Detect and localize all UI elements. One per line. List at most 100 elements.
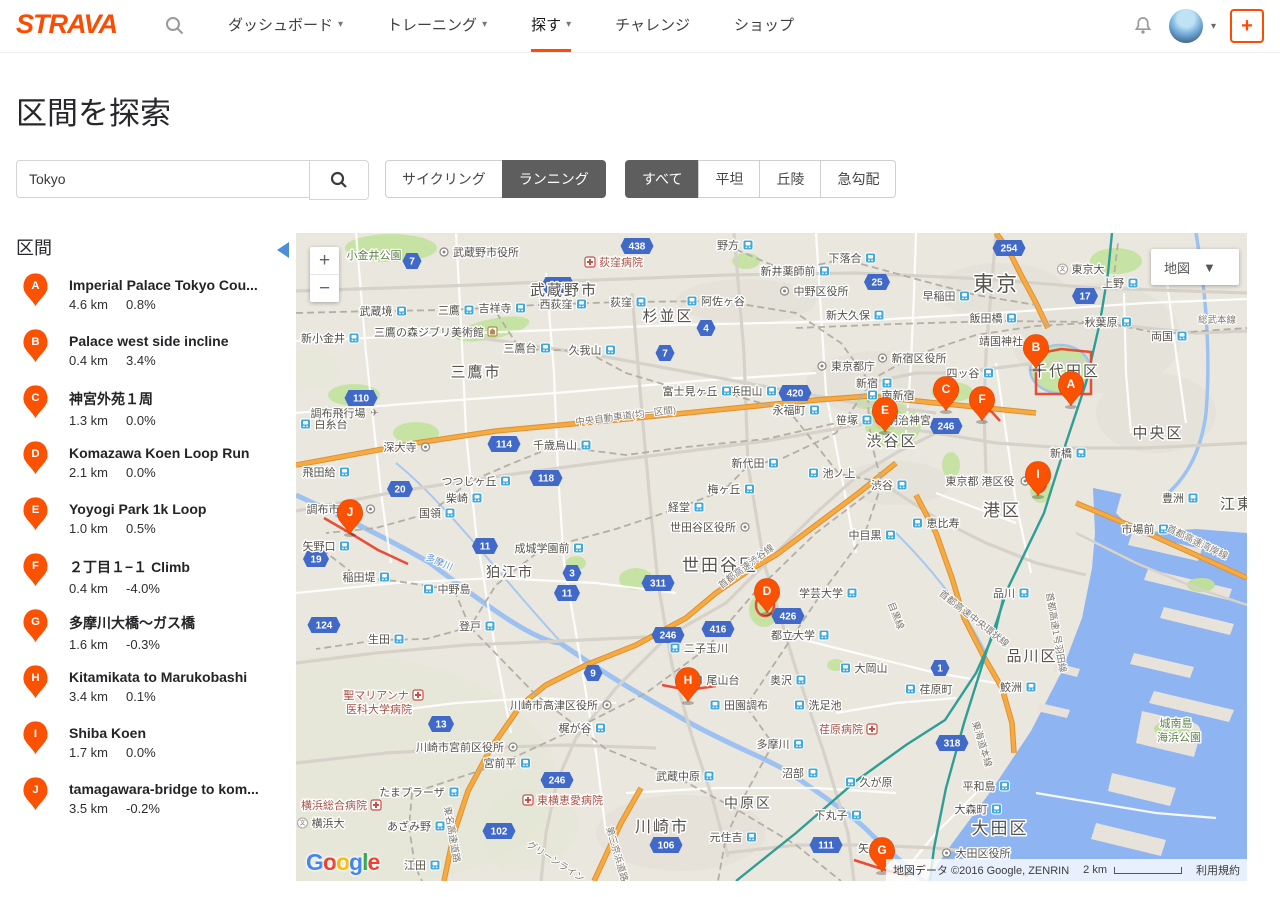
st-icon: [449, 787, 459, 797]
segment-list-item[interactable]: A Imperial Palace Tokyo Cou... 4.6 km0.8…: [16, 268, 288, 324]
strava-logo[interactable]: STRAVA: [16, 9, 117, 40]
segment-list-item[interactable]: B Palace west side incline 0.4 km3.4%: [16, 324, 288, 380]
segment-list-item[interactable]: F ２丁目１−１ Climb 0.4 km-4.0%: [16, 548, 288, 604]
segment-name: tamagawara-bridge to kom...: [69, 772, 259, 797]
district-label: 港区: [983, 501, 1021, 520]
district-label: 渋谷区: [866, 433, 917, 450]
st-icon: [1019, 588, 1029, 598]
segment-list-item[interactable]: D Komazawa Koen Loop Run 2.1 km0.0%: [16, 436, 288, 492]
nav-item[interactable]: チャレンジ: [615, 0, 690, 52]
segment-info: 多摩川大橋〜ガス橋 1.6 km-0.3%: [69, 604, 195, 652]
segment-list-item[interactable]: I Shiba Koen 1.7 km0.0%: [16, 716, 288, 772]
place-label: 横浜総合病院: [301, 798, 367, 812]
gradient-filter-button[interactable]: 平坦: [698, 160, 760, 198]
svg-text:426: 426: [780, 612, 797, 623]
gradient-filter-button[interactable]: 丘陵: [759, 160, 821, 198]
segment-list-item[interactable]: H Kitamikata to Marukobashi 3.4 km0.1%: [16, 660, 288, 716]
header-right: ▾ +: [1131, 0, 1264, 52]
notifications-bell-icon[interactable]: [1131, 14, 1155, 38]
gradient-filter-button[interactable]: 急勾配: [820, 160, 896, 198]
place-label: 中野島: [438, 582, 471, 596]
terms-link[interactable]: 利用規約: [1189, 859, 1247, 881]
district-label: 中原区: [724, 795, 772, 811]
add-button[interactable]: +: [1230, 9, 1264, 43]
st-icon: [769, 458, 779, 468]
nav-item[interactable]: 探す▾: [531, 0, 571, 52]
of-icon: [603, 701, 611, 709]
st-icon: [743, 240, 753, 250]
nav-item[interactable]: ショップ: [734, 0, 794, 52]
map-type-dropdown[interactable]: 地図 ▼: [1151, 249, 1239, 285]
place-label: 柴崎: [446, 491, 468, 505]
svg-text:G: G: [877, 843, 886, 857]
nav-item[interactable]: ダッシュボード▾: [228, 0, 343, 52]
place-label: 飯田橋: [970, 311, 1003, 325]
segment-list-item[interactable]: J tamagawara-bridge to kom... 3.5 km-0.2…: [16, 772, 288, 828]
avatar[interactable]: [1169, 9, 1203, 43]
route-shield: 246: [652, 627, 685, 643]
st-icon: [747, 832, 757, 842]
svg-text:文: 文: [299, 819, 305, 827]
gradient-filter-button[interactable]: すべて: [625, 160, 699, 198]
map-canvas[interactable]: 4381137742525417420110246114118201119311…: [296, 233, 1247, 881]
place-label: 矢野口: [303, 539, 336, 553]
place-label: 野方: [717, 238, 739, 252]
st-icon: [710, 700, 720, 710]
sport-toggle-group: サイクリングランニング: [385, 160, 606, 198]
google-logo[interactable]: Google: [306, 849, 379, 876]
place-label: 下丸子: [815, 809, 848, 822]
st-icon: [913, 518, 923, 528]
zoom-out-button[interactable]: −: [310, 275, 339, 302]
route-shield: 17: [1072, 288, 1098, 304]
of-icon: [422, 443, 430, 451]
sport-toggle-button[interactable]: サイクリング: [385, 160, 503, 198]
svg-text:110: 110: [353, 394, 370, 405]
place-label: 市場前: [1122, 522, 1155, 536]
route-shield: 1: [931, 660, 950, 676]
road-name-label: 総武本線: [1198, 314, 1237, 326]
st-icon: [435, 821, 445, 831]
segment-stats: 0.4 km-4.0%: [69, 577, 190, 596]
sport-toggle-button[interactable]: ランニング: [502, 160, 606, 198]
segment-list-item[interactable]: C 神宮外苑１周 1.3 km0.0%: [16, 380, 288, 436]
segment-list-item[interactable]: E Yoyogi Park 1k Loop 1.0 km0.5%: [16, 492, 288, 548]
search-icon[interactable]: [163, 14, 187, 38]
ho-icon: [371, 800, 381, 810]
segment-distance: 2.1 km: [69, 465, 108, 480]
nav-item[interactable]: トレーニング▾: [387, 0, 487, 52]
place-label: 東京大: [1072, 262, 1105, 276]
svg-text:17: 17: [1079, 292, 1091, 303]
svg-text:C: C: [942, 382, 951, 396]
svg-text:11: 11: [562, 589, 573, 600]
segment-distance: 0.4 km: [69, 353, 108, 368]
place-label: 久我山: [569, 344, 602, 357]
district-label: 大田区: [972, 819, 1029, 838]
svg-text:C: C: [31, 392, 39, 404]
svg-text:H: H: [684, 673, 693, 687]
location-search-button[interactable]: [309, 160, 369, 200]
segment-list-item[interactable]: G 多摩川大橋〜ガス橋 1.6 km-0.3%: [16, 604, 288, 660]
of-icon: [879, 354, 887, 362]
svg-text:111: 111: [818, 841, 834, 852]
route-shield: 19: [303, 551, 329, 567]
st-icon: [464, 305, 474, 315]
place-label: 武蔵中原: [656, 770, 700, 783]
segment-pin-icon: B: [22, 328, 49, 364]
place-label: 品川: [993, 587, 1015, 600]
svg-text:F: F: [32, 560, 39, 572]
st-icon: [472, 493, 482, 503]
st-icon: [577, 299, 587, 309]
zoom-in-button[interactable]: +: [310, 247, 339, 274]
place-label: 学芸大学: [799, 586, 843, 600]
sidebar-collapse-arrow-icon[interactable]: [277, 242, 289, 258]
location-search-input[interactable]: [16, 160, 309, 198]
district-label: 中央区: [1132, 425, 1183, 442]
st-icon: [808, 768, 818, 778]
avatar-chevron-down-icon[interactable]: ▾: [1211, 21, 1216, 32]
st-icon: [424, 584, 434, 594]
location-search: [16, 160, 369, 200]
segment-stats: 1.0 km0.5%: [69, 517, 206, 536]
segment-grade: 3.4%: [126, 353, 156, 368]
svg-text:A: A: [1067, 377, 1076, 391]
place-label: 吉祥寺: [479, 301, 512, 315]
